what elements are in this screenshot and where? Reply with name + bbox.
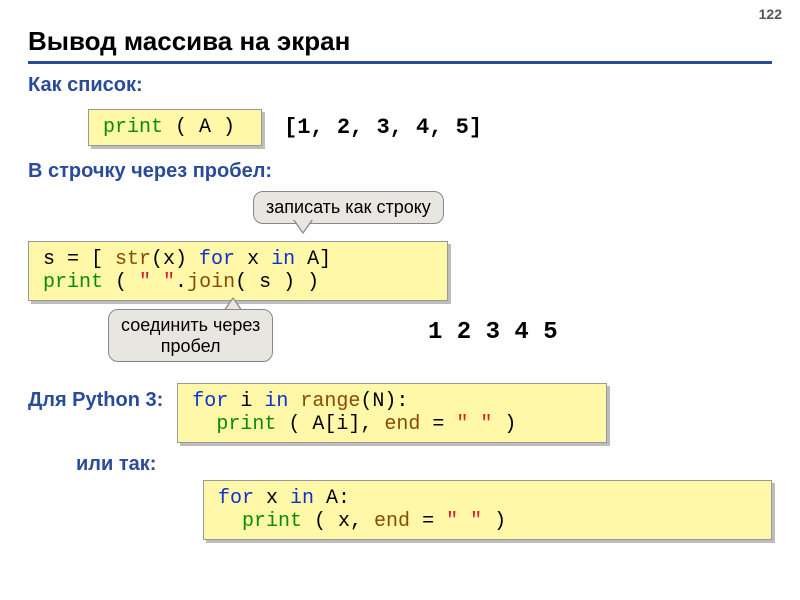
str-literal: " " — [446, 510, 482, 533]
code-text: i — [228, 390, 264, 413]
code-text: = — [410, 510, 446, 533]
kw-for: for — [218, 487, 254, 510]
code-text: x — [254, 487, 290, 510]
kw-for: for — [199, 248, 235, 271]
slide-content: Вывод массива на экран Как список: print… — [0, 0, 800, 540]
str-literal: " " — [139, 271, 175, 294]
kw-end: end — [384, 413, 420, 436]
callout-text: записать как строку — [266, 197, 431, 217]
code-text: A: — [314, 487, 350, 510]
row-python3-a: Для Python 3: for i in range(N): print (… — [28, 379, 772, 447]
kw-for: for — [192, 390, 228, 413]
kw-str: str — [115, 248, 151, 271]
code-text — [288, 390, 300, 413]
kw-print: print — [216, 413, 276, 436]
output-list: [1, 2, 3, 4, 5] — [284, 115, 482, 140]
code-python3-b: for x in A: print ( x, end = " " ) — [203, 480, 772, 540]
row-print-a: print ( A ) [1, 2, 3, 4, 5] — [88, 105, 772, 150]
kw-in: in — [290, 487, 314, 510]
code-text: ) — [492, 413, 516, 436]
code-text: = — [420, 413, 456, 436]
callout-arrow-icon — [293, 220, 313, 234]
code-text: ( x, — [302, 510, 374, 533]
kw-range: range — [300, 390, 360, 413]
kw-print: print — [242, 510, 302, 533]
code-text: s = [ — [43, 248, 115, 271]
code-text: ) — [482, 510, 506, 533]
code-text: ( — [103, 271, 139, 294]
code-text: x — [235, 248, 271, 271]
code-text — [218, 510, 242, 533]
str-literal: " " — [456, 413, 492, 436]
label-as-list: Как список: — [28, 74, 772, 97]
code-text: ( s ) ) — [235, 271, 319, 294]
code-text: (x) — [151, 248, 199, 271]
kw-in: in — [271, 248, 295, 271]
code-text — [192, 413, 216, 436]
code-text: ( A ) — [163, 116, 247, 139]
label-python3: Для Python 3: — [28, 379, 163, 412]
kw-end: end — [374, 510, 410, 533]
callout-as-string: записать как строку — [253, 191, 444, 224]
code-print-a: print ( A ) — [88, 109, 262, 146]
code-text: A] — [295, 248, 331, 271]
callout-text-l2: пробел — [161, 336, 221, 356]
kw-join: join — [187, 271, 235, 294]
page-number: 122 — [759, 6, 782, 22]
code-python3-a: for i in range(N): print ( A[i], end = "… — [177, 383, 607, 443]
output-inline: 1 2 3 4 5 — [428, 319, 558, 346]
callout-text-l1: соединить через — [121, 315, 260, 335]
code-text: ( A[i], — [276, 413, 384, 436]
code-text: (N): — [360, 390, 408, 413]
page-title: Вывод массива на экран — [28, 26, 772, 64]
kw-print: print — [103, 116, 163, 139]
label-inline: В строчку через пробел: — [28, 160, 772, 183]
label-or: или так: — [76, 453, 772, 476]
kw-print: print — [43, 271, 103, 294]
code-text: . — [175, 271, 187, 294]
code-join-block: s = [ str(x) for x in A] print ( " ".joi… — [28, 241, 448, 301]
callout-join: соединить через пробел — [108, 309, 273, 362]
kw-in: in — [264, 390, 288, 413]
